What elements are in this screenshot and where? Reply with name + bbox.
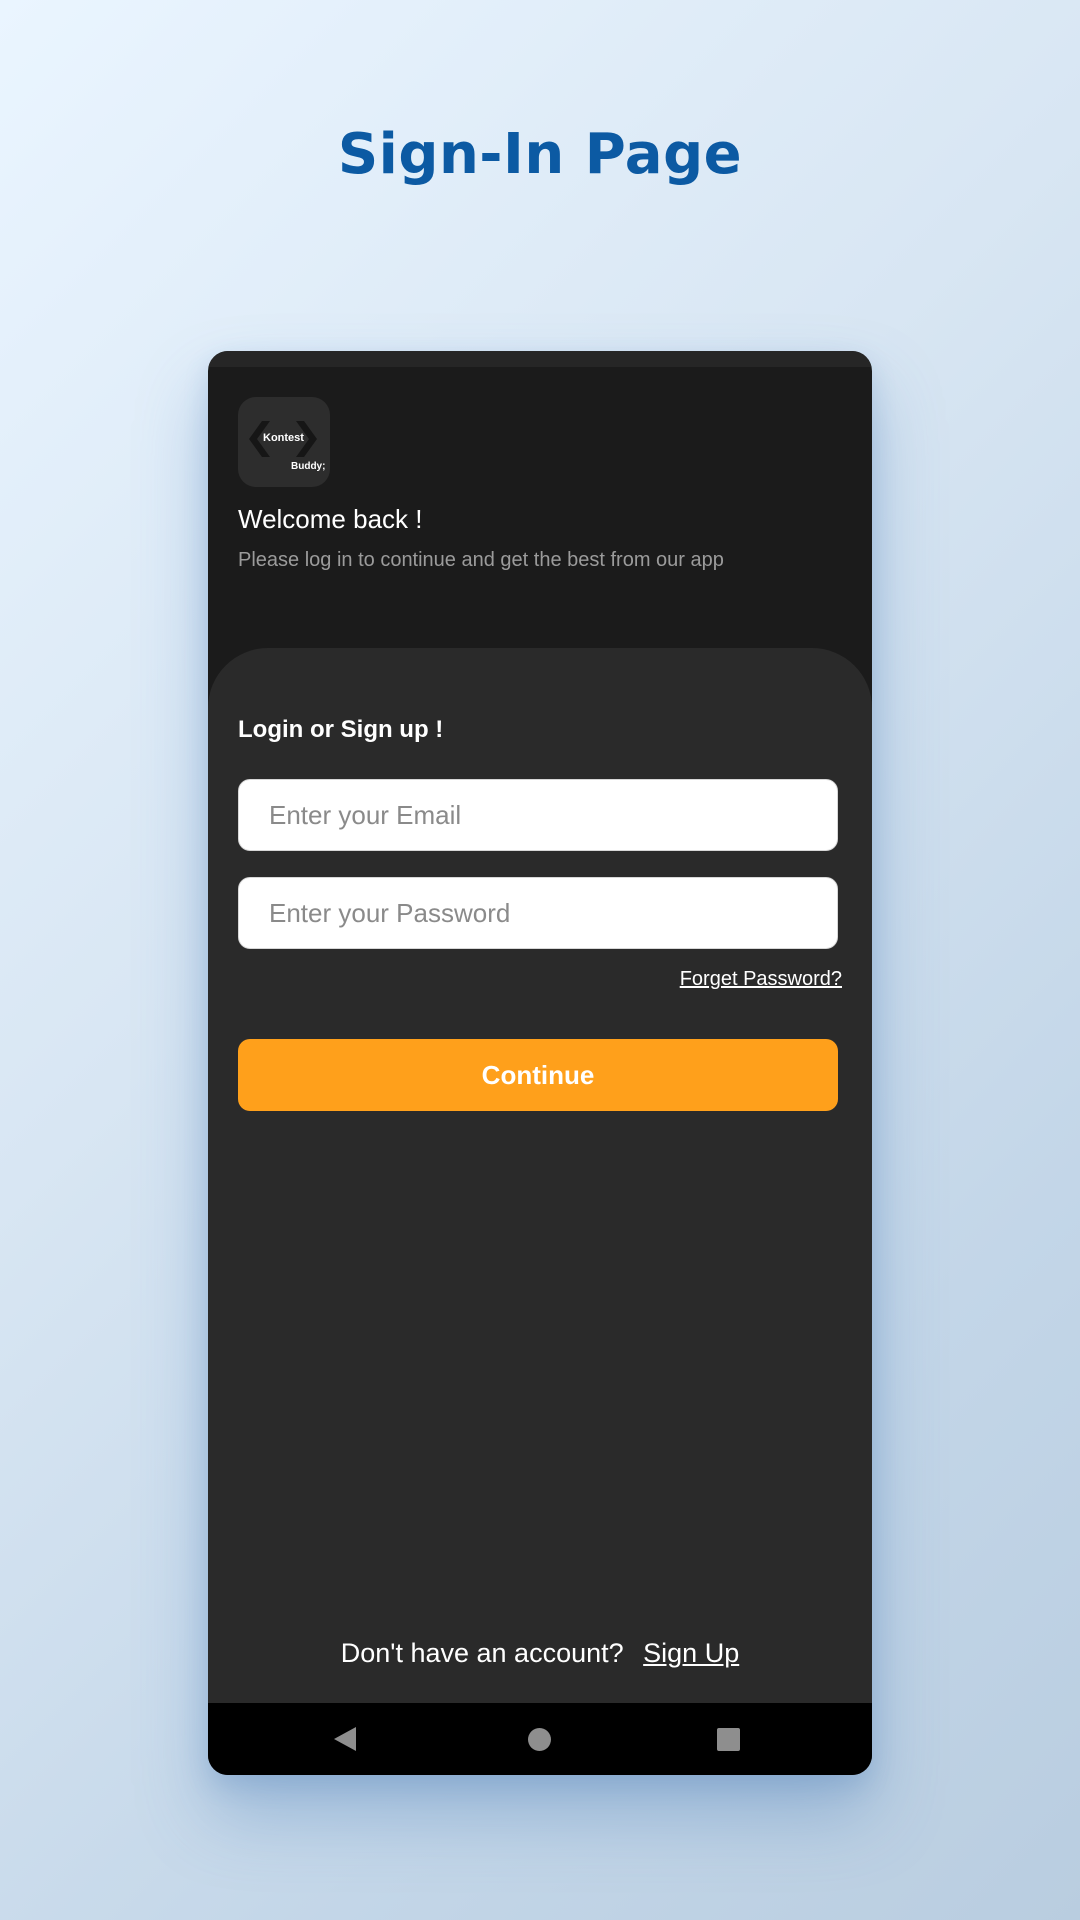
login-sheet: Login or Sign up ! Forget Password? Cont… [208,648,872,1775]
welcome-heading: Welcome back ! [238,504,423,534]
home-icon[interactable] [528,1728,551,1751]
login-heading: Login or Sign up ! [238,716,444,743]
status-bar [208,351,872,367]
back-icon[interactable] [334,1727,356,1751]
page-title: Sign-In Page [337,122,743,187]
password-field[interactable] [238,877,838,949]
welcome-subtitle: Please log in to continue and get the be… [238,549,724,571]
logo-text-kontest: Kontest [263,432,304,444]
signup-row: Don't have an account? Sign Up [208,1638,872,1669]
phone-frame: Kontest Buddy; Welcome back ! Please log… [208,351,872,1775]
logo-text-buddy: Buddy; [291,461,326,472]
forgot-password-link[interactable]: Forget Password? [680,968,842,991]
email-field[interactable] [238,779,838,851]
signup-link[interactable]: Sign Up [643,1638,739,1668]
continue-button[interactable]: Continue [238,1039,838,1111]
navigation-bar [208,1703,872,1775]
signup-prompt: Don't have an account? [340,1638,624,1668]
app-logo: Kontest Buddy; [238,397,330,487]
recents-icon[interactable] [717,1728,740,1751]
